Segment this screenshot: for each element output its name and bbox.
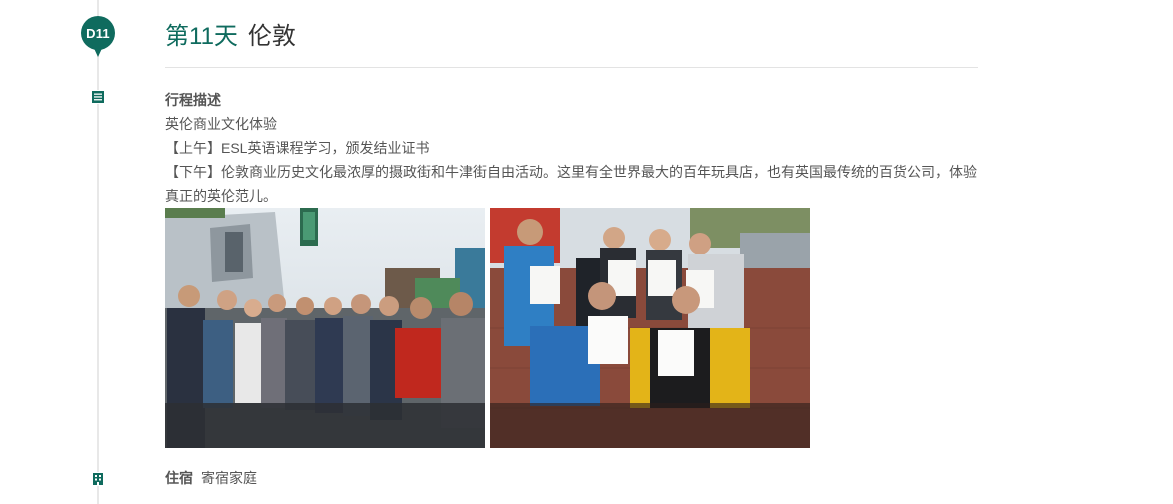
lodging-label: 住宿 bbox=[165, 470, 193, 486]
building-icon bbox=[91, 472, 105, 486]
day-badge-label: D11 bbox=[86, 25, 110, 41]
title-divider bbox=[165, 67, 978, 68]
timeline-line bbox=[97, 0, 99, 504]
itinerary-heading: 行程描述 bbox=[165, 92, 221, 108]
itinerary-line: 英伦商业文化体验 bbox=[165, 116, 277, 132]
itinerary-line: 【下午】伦敦商业历史文化最浓厚的摄政街和牛津街自由活动。这里有全世界最大的百年玩… bbox=[165, 164, 977, 204]
document-list-icon bbox=[91, 90, 105, 104]
group-photo-2[interactable] bbox=[490, 208, 810, 448]
photo-gallery bbox=[165, 208, 811, 448]
group-photo-1[interactable] bbox=[165, 208, 485, 448]
lodging-value: 寄宿家庭 bbox=[201, 470, 257, 486]
itinerary-line: 【上午】ESL英语课程学习，颁发结业证书 bbox=[165, 140, 430, 156]
day-badge-pointer bbox=[92, 44, 104, 57]
itinerary-section: 行程描述 英伦商业文化体验 【上午】ESL英语课程学习，颁发结业证书 【下午】伦… bbox=[165, 88, 980, 208]
page-title: 第11天 伦敦 bbox=[165, 20, 296, 54]
lodging-row: 住宿 寄宿家庭 bbox=[165, 466, 257, 490]
city-name: 伦敦 bbox=[247, 23, 296, 50]
day-title: 第11天 bbox=[165, 23, 238, 50]
